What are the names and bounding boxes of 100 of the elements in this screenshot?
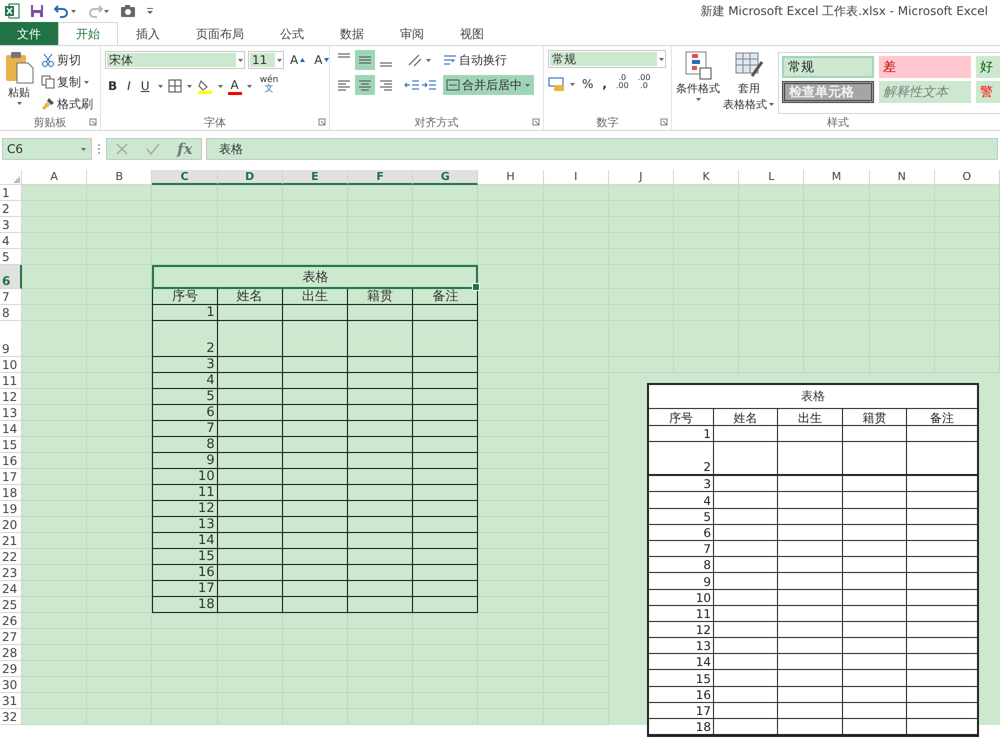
- increase-decimal-button[interactable]: .0 .00: [612, 73, 632, 95]
- table-image[interactable]: 表格 序号 姓名 出生 籍贯 备注 1 2 3 4 5 6 7 8 9 10 11 12 13 14 15 16 17 18: [647, 383, 979, 738]
- row-header[interactable]: 10: [0, 357, 22, 373]
- empty-cell[interactable]: [348, 709, 414, 725]
- caret-icon[interactable]: [658, 56, 665, 62]
- row-header[interactable]: 25: [0, 597, 22, 613]
- empty-cell[interactable]: [413, 613, 478, 629]
- dialog-launcher-icon[interactable]: [660, 118, 668, 126]
- empty-cell[interactable]: [218, 613, 283, 629]
- empty-cell[interactable]: [87, 249, 152, 265]
- ribbon-tab[interactable]: 审阅: [382, 22, 442, 45]
- row-header[interactable]: 21: [0, 533, 22, 549]
- excel-logo-icon[interactable]: [4, 3, 20, 19]
- select-all-button[interactable]: [0, 170, 22, 185]
- caret-icon[interactable]: [83, 80, 90, 84]
- column-header[interactable]: D: [218, 170, 283, 185]
- increase-indent-icon[interactable]: [421, 78, 437, 92]
- ribbon-tab[interactable]: 数据: [322, 22, 382, 45]
- empty-cell[interactable]: [544, 185, 609, 201]
- empty-cell[interactable]: [804, 185, 870, 201]
- row-header[interactable]: 1: [0, 185, 22, 201]
- row-header[interactable]: 24: [0, 581, 22, 597]
- empty-cell[interactable]: [544, 709, 609, 725]
- caret-icon[interactable]: [569, 82, 576, 86]
- empty-cell[interactable]: [87, 185, 152, 201]
- row-header[interactable]: 22: [0, 549, 22, 565]
- wrap-text-button[interactable]: 自动换行: [440, 50, 510, 70]
- decrease-indent-icon[interactable]: [404, 78, 420, 92]
- merged-title-cell[interactable]: 表格: [152, 265, 478, 289]
- row-header[interactable]: 30: [0, 677, 22, 693]
- caret-icon[interactable]: [216, 84, 224, 88]
- empty-cell[interactable]: [413, 709, 478, 725]
- empty-cell[interactable]: [608, 185, 674, 201]
- row-header[interactable]: 15: [0, 437, 22, 453]
- copy-button[interactable]: 复制: [38, 72, 96, 92]
- caret-icon[interactable]: [70, 8, 77, 14]
- column-header[interactable]: F: [348, 170, 414, 185]
- underline-button[interactable]: U: [138, 76, 152, 96]
- row-header[interactable]: 4: [0, 233, 22, 249]
- row-header[interactable]: 7: [0, 289, 22, 305]
- row-header[interactable]: 16: [0, 453, 22, 469]
- row-header[interactable]: 13: [0, 405, 22, 421]
- text-orientation-icon[interactable]: [406, 52, 424, 68]
- row-header[interactable]: 6: [0, 265, 22, 289]
- conditional-format-button[interactable]: 条件格式: [676, 50, 720, 114]
- dialog-launcher-icon[interactable]: [532, 118, 540, 126]
- column-header[interactable]: K: [674, 170, 740, 185]
- decrease-decimal-button[interactable]: .00 .0: [634, 73, 654, 95]
- column-header[interactable]: C: [152, 170, 218, 185]
- column-header[interactable]: N: [870, 170, 935, 185]
- column-header[interactable]: B: [87, 170, 152, 185]
- dialog-launcher-icon[interactable]: [318, 118, 326, 126]
- caret-icon[interactable]: [103, 8, 110, 14]
- name-box[interactable]: C6: [2, 138, 92, 160]
- enter-icon[interactable]: [146, 142, 160, 156]
- column-header[interactable]: L: [739, 170, 804, 185]
- horizontal-align-button[interactable]: [355, 75, 375, 95]
- row-header[interactable]: 29: [0, 661, 22, 677]
- font-name-field[interactable]: 宋体: [105, 51, 245, 69]
- row-header[interactable]: 27: [0, 629, 22, 645]
- merge-center-button[interactable]: 合并后居中: [443, 75, 534, 95]
- caret-icon[interactable]: [16, 101, 22, 106]
- row-header[interactable]: 5: [0, 249, 22, 265]
- empty-cell[interactable]: [739, 185, 804, 201]
- row-header[interactable]: 14: [0, 421, 22, 437]
- column-header[interactable]: A: [22, 170, 88, 185]
- empty-cell[interactable]: [282, 185, 348, 201]
- row-header[interactable]: 11: [0, 373, 22, 389]
- caret-icon[interactable]: [425, 58, 432, 62]
- grow-font-button[interactable]: A: [287, 50, 308, 70]
- row-header[interactable]: 19: [0, 501, 22, 517]
- empty-cell[interactable]: [478, 249, 544, 265]
- column-header[interactable]: M: [804, 170, 870, 185]
- empty-cell[interactable]: [218, 185, 283, 201]
- row-header[interactable]: 20: [0, 517, 22, 533]
- column-header[interactable]: O: [934, 170, 1000, 185]
- percent-button[interactable]: %: [579, 74, 596, 94]
- format-painter-button[interactable]: 格式刷: [38, 94, 96, 114]
- empty-cell[interactable]: [282, 613, 348, 629]
- file-tab[interactable]: 文件: [0, 22, 58, 45]
- column-header[interactable]: G: [413, 170, 478, 185]
- caret-icon[interactable]: [694, 97, 702, 102]
- caret-icon[interactable]: [246, 84, 253, 88]
- row-header[interactable]: 9: [0, 321, 22, 357]
- empty-cell[interactable]: [478, 613, 544, 629]
- ribbon-tab[interactable]: 视图: [442, 22, 502, 45]
- cell-style[interactable]: 差: [879, 56, 971, 78]
- formula-field[interactable]: 表格: [206, 138, 998, 160]
- dialog-launcher-icon[interactable]: [89, 118, 97, 126]
- row-header[interactable]: 3: [0, 217, 22, 233]
- empty-cell[interactable]: [152, 613, 218, 629]
- row-header[interactable]: 8: [0, 305, 22, 321]
- column-header[interactable]: E: [282, 170, 348, 185]
- row-header[interactable]: 2: [0, 201, 22, 217]
- caret-icon[interactable]: [237, 58, 244, 62]
- paste-button[interactable]: 粘贴: [4, 50, 34, 114]
- empty-cell[interactable]: [478, 709, 544, 725]
- cut-button[interactable]: 剪切: [38, 50, 96, 70]
- cancel-icon[interactable]: [115, 142, 130, 156]
- cell-style[interactable]: 好: [976, 56, 1000, 78]
